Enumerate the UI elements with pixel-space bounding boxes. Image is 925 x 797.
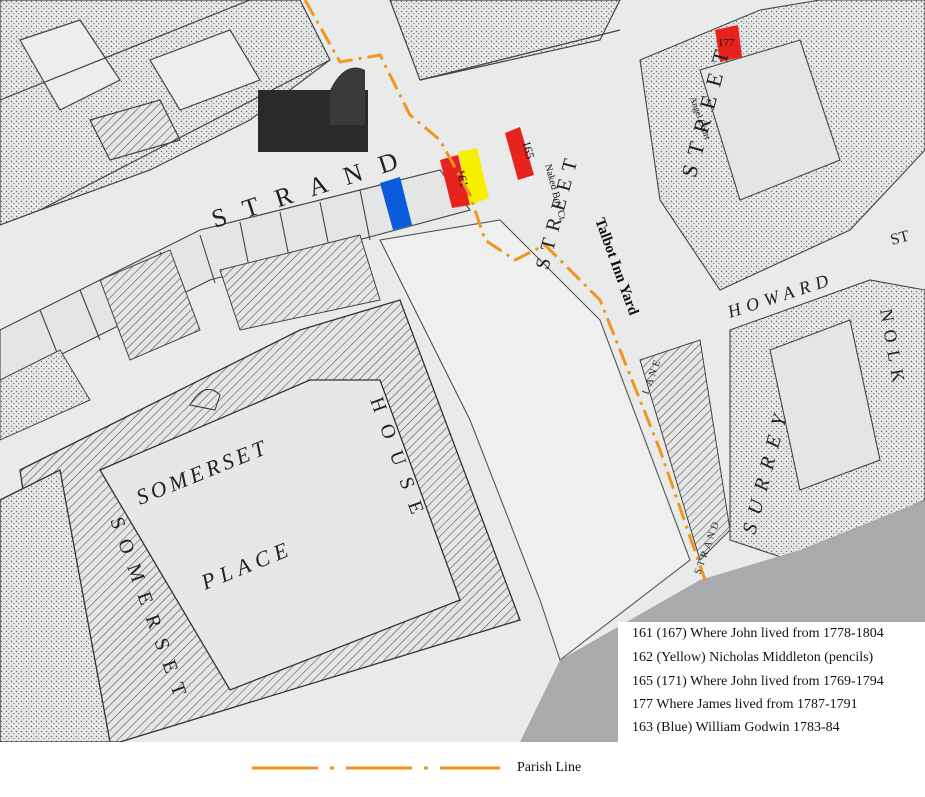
legend-item: 162 (Yellow) Nicholas Middleton (pencils… xyxy=(632,650,874,665)
legend-item: 163 (Blue) William Godwin 1783-84 xyxy=(632,720,840,735)
legend-item: 177 Where James lived from 1787-1791 xyxy=(632,697,858,712)
parish-line-legend xyxy=(0,742,925,792)
legend-item: 161 (167) Where John lived from 1778-180… xyxy=(632,626,884,641)
parish-line-swatch xyxy=(252,766,500,770)
legend-item: 165 (171) Where John lived from 1769-179… xyxy=(632,674,884,689)
parish-line-label: Parish Line xyxy=(517,760,582,775)
